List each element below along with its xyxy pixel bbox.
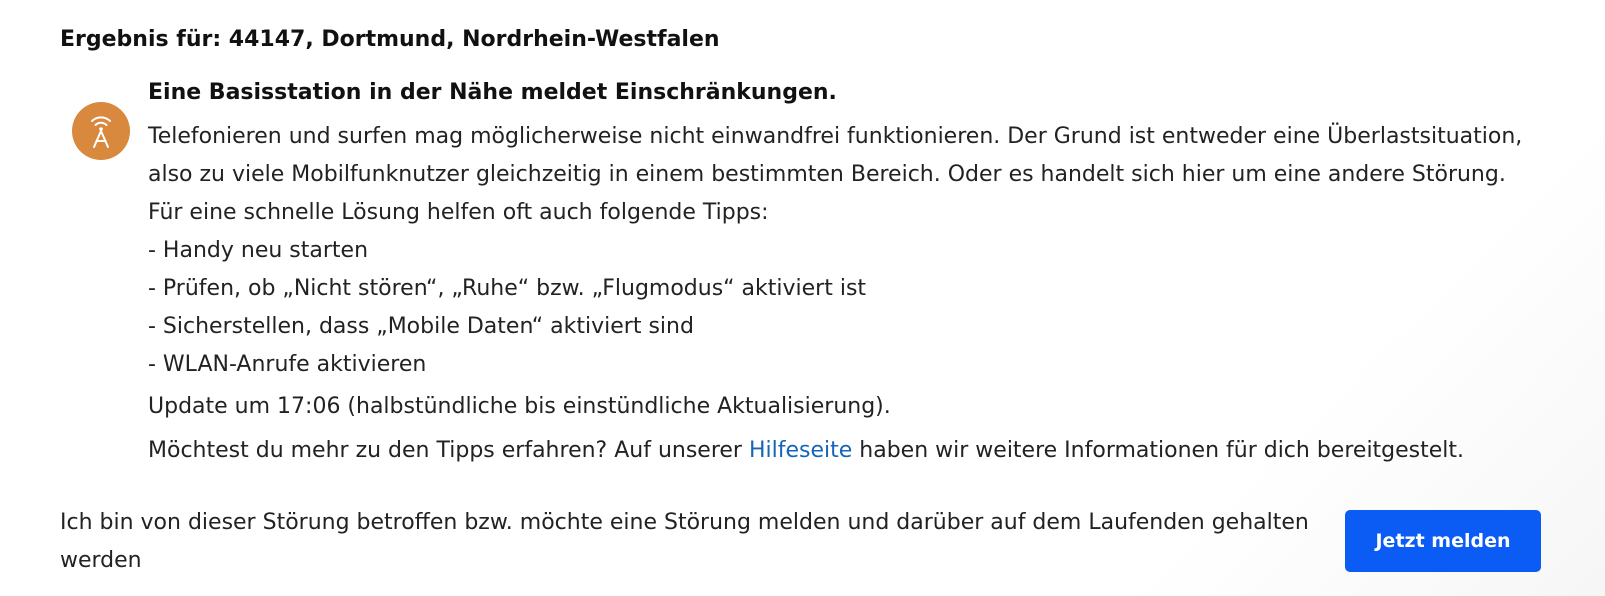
update-timestamp: Update um 17:06 (halbstündliche bis eins…	[148, 394, 891, 419]
status-title: Eine Basisstation in der Nähe meldet Ein…	[148, 80, 837, 105]
more-info-prefix: Möchtest du mehr zu den Tipps erfahren? …	[148, 438, 749, 463]
report-now-button[interactable]: Jetzt melden	[1345, 510, 1541, 572]
tip-item: - Handy neu starten	[148, 238, 369, 263]
antenna-tower-icon	[72, 102, 130, 160]
help-page-link[interactable]: Hilfeseite	[749, 438, 852, 463]
more-info-suffix: haben wir weitere Informationen für dich…	[852, 438, 1465, 463]
more-info-text: Möchtest du mehr zu den Tipps erfahren? …	[148, 432, 1568, 470]
tip-item: - Prüfen, ob „Nicht stören“, „Ruhe“ bzw.…	[148, 276, 867, 301]
status-content: Eine Basisstation in der Nähe meldet Ein…	[148, 78, 1568, 470]
result-heading: Ergebnis für: 44147, Dortmund, Nordrhein…	[60, 27, 720, 52]
status-description: Telefonieren und surfen mag möglicherwei…	[148, 124, 1523, 187]
tip-item: - WLAN-Anrufe aktivieren	[148, 352, 427, 377]
tip-item: - Sicherstellen, dass „Mobile Daten“ akt…	[148, 314, 694, 339]
report-prompt: Ich bin von dieser Störung betroffen bzw…	[60, 510, 1309, 573]
tips-list: - Handy neu starten - Prüfen, ob „Nicht …	[148, 232, 1568, 384]
tips-intro: Für eine schnelle Lösung helfen oft auch…	[148, 200, 769, 225]
